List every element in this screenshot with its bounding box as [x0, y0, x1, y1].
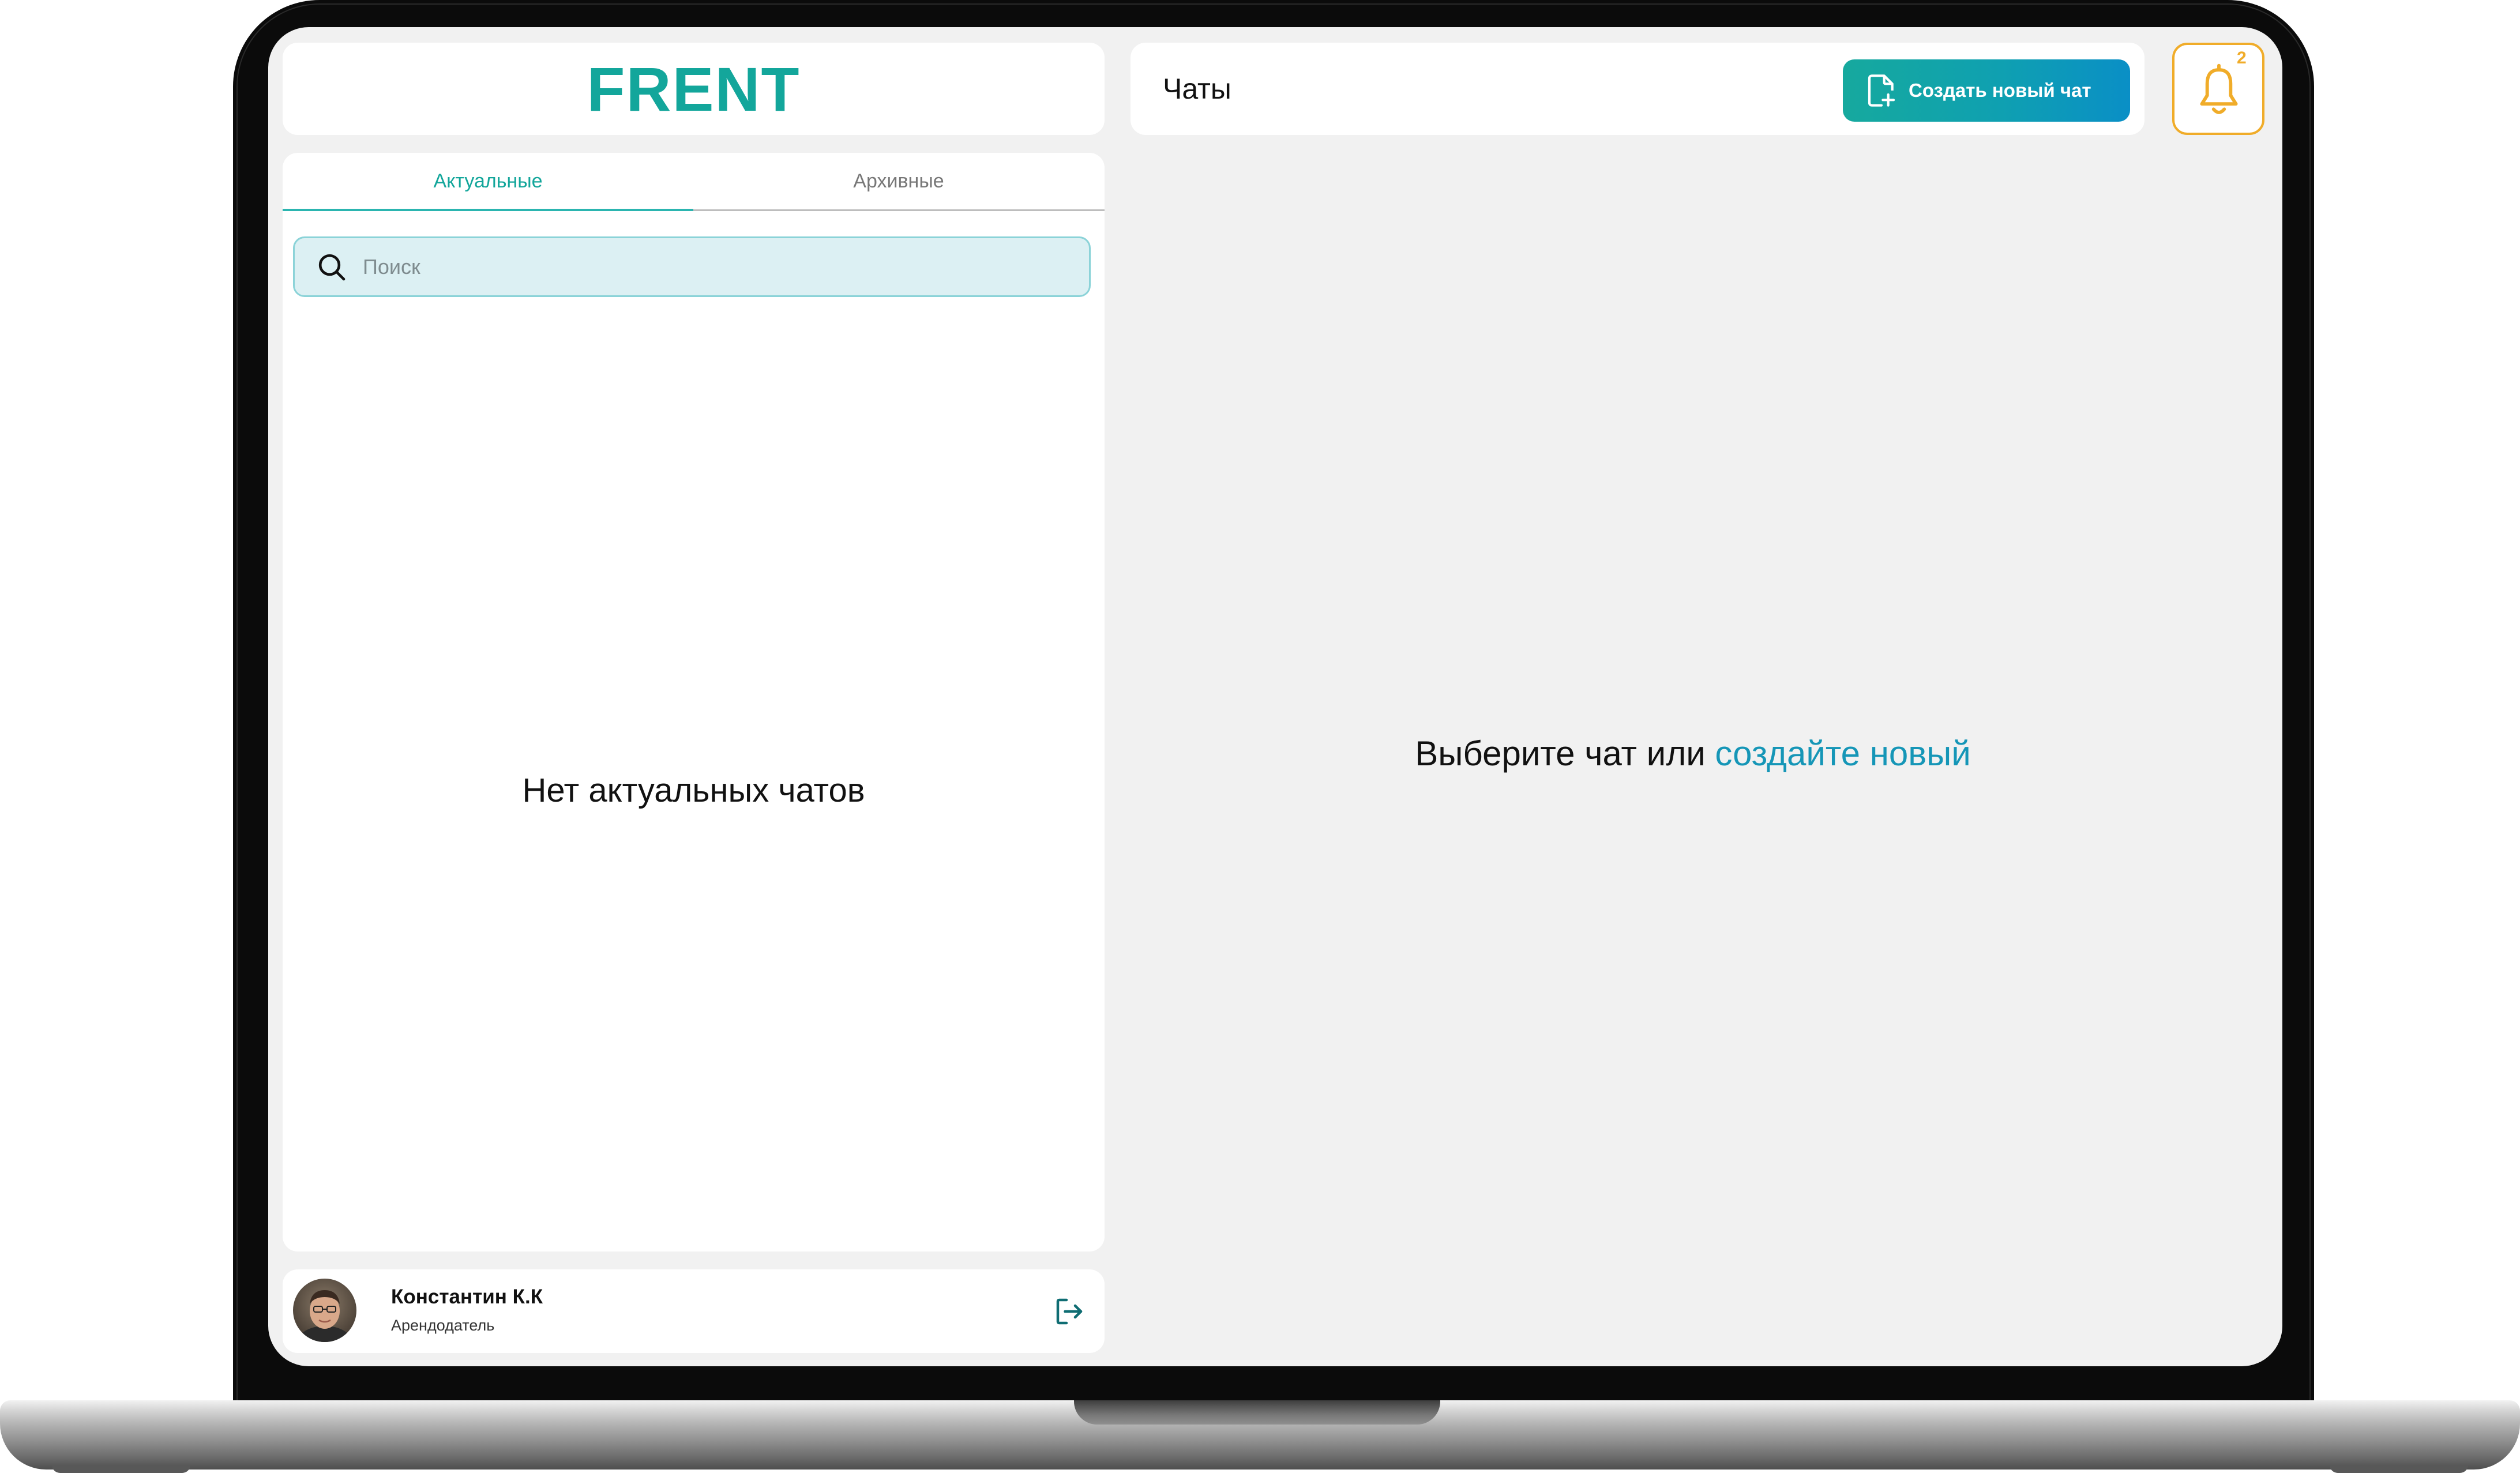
laptop-foot-left: [52, 1465, 190, 1473]
tab-archive[interactable]: Архивные: [693, 153, 1104, 209]
create-new-chat-link[interactable]: создайте новый: [1715, 734, 1970, 773]
header-bar: Чаты Создать новый чат: [1131, 43, 2145, 135]
create-chat-label: Создать новый чат: [1909, 80, 2091, 101]
notifications-button[interactable]: 2: [2172, 43, 2264, 135]
notification-count-badge: 2: [2237, 48, 2247, 67]
avatar[interactable]: [293, 1279, 356, 1342]
logout-icon[interactable]: [1052, 1294, 1087, 1329]
search-input[interactable]: [362, 249, 1056, 285]
logo-card: FRENT: [283, 43, 1105, 135]
empty-chats-message: Нет актуальных чатов: [522, 772, 865, 809]
chat-list-panel: Актуальные Архивные Нет актуальных чатов: [283, 153, 1105, 1251]
laptop-notch: [1074, 1400, 1440, 1425]
user-card: Константин К.К Арендодатель: [283, 1269, 1105, 1353]
select-chat-prompt: Выберите чат или: [1415, 734, 1715, 773]
user-role: Арендодатель: [391, 1317, 495, 1334]
user-photo-icon: [293, 1279, 356, 1342]
laptop-foot-right: [2330, 1465, 2468, 1473]
tab-actual[interactable]: Актуальные: [283, 153, 693, 211]
main-empty-state: Выберите чат или создайте новый: [1131, 734, 2255, 773]
bell-icon: [2200, 63, 2238, 114]
app-logo[interactable]: FRENT: [283, 43, 1105, 135]
create-chat-button[interactable]: Создать новый чат: [1843, 59, 2130, 122]
app-screen: FRENT Актуальные Архивные Нет актуальных…: [268, 27, 2282, 1366]
page-title: Чаты: [1163, 73, 1231, 105]
user-name: Константин К.К: [391, 1286, 543, 1308]
file-plus-icon: [1868, 74, 1895, 107]
search-box[interactable]: [293, 236, 1091, 297]
search-icon: [318, 254, 345, 280]
chat-tabs: Актуальные Архивные: [283, 153, 1105, 211]
